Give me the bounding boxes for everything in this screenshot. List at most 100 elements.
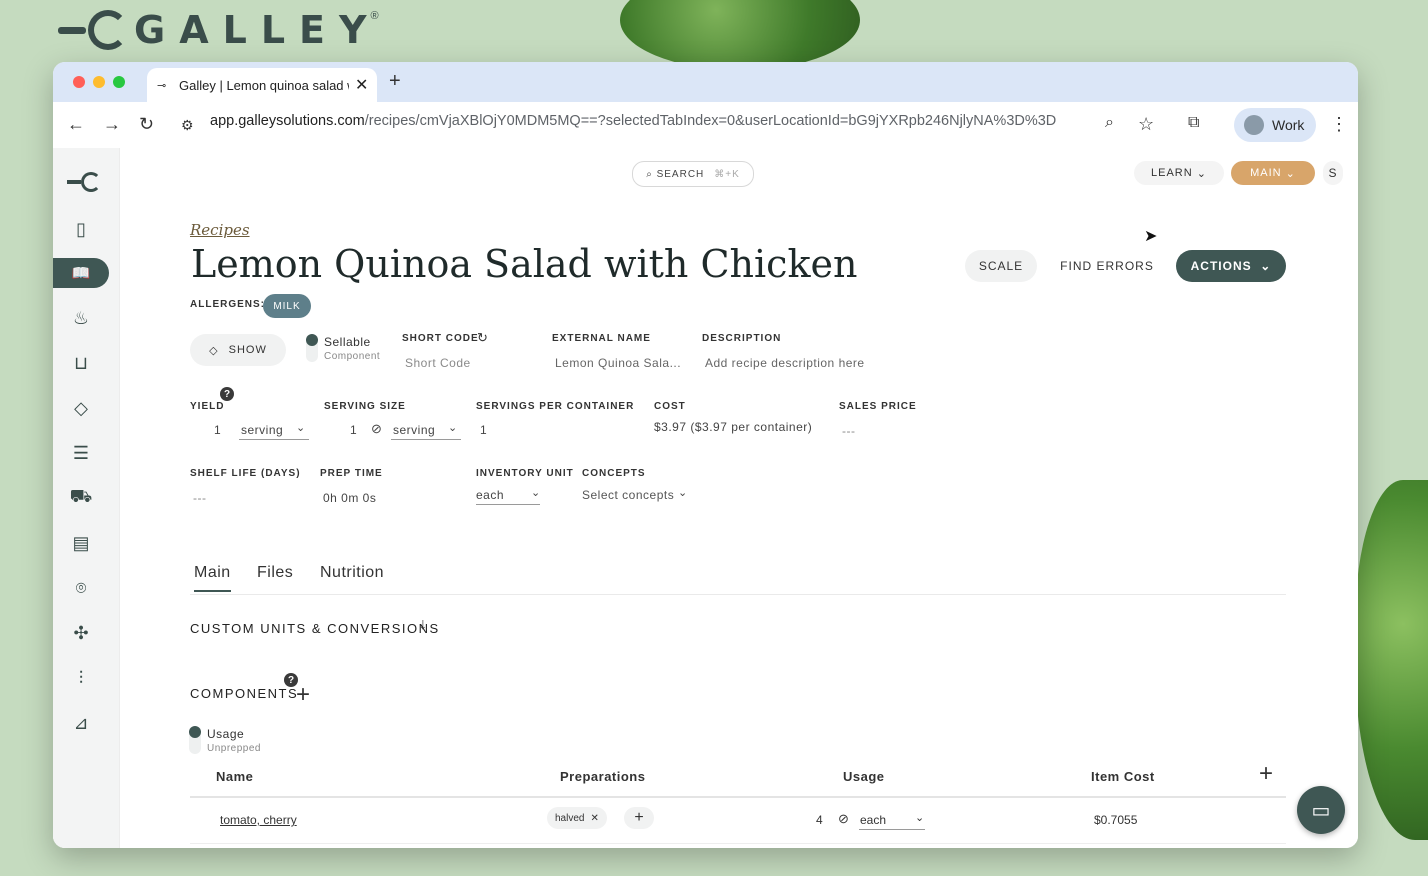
usage-qty-input[interactable]: 4: [816, 813, 823, 827]
yield-unit-select[interactable]: serving: [241, 423, 283, 437]
help-icon[interactable]: ?: [220, 387, 234, 401]
galley-g-logo-icon[interactable]: [67, 172, 101, 192]
sidebar-item-ingredients[interactable]: ♨: [53, 303, 109, 333]
component-label: Component: [324, 351, 381, 362]
tag-icon: ◇: [74, 397, 88, 418]
serving-size-qty-input[interactable]: 1: [350, 423, 357, 437]
breadcrumb[interactable]: Recipes: [190, 221, 250, 239]
chat-support-button[interactable]: ▭: [1297, 786, 1345, 834]
unlink-icon[interactable]: ⊘: [838, 811, 849, 827]
serving-size-unit-select[interactable]: serving: [393, 423, 435, 437]
search-button[interactable]: ⌕ SEARCH ⌘+K: [632, 161, 754, 187]
sidebar-item-documents[interactable]: ▤: [53, 528, 109, 558]
ingredient-icon: ♨: [72, 307, 90, 328]
find-errors-button[interactable]: FIND ERRORS: [1053, 250, 1161, 282]
actions-button[interactable]: ACTIONS ⌄: [1176, 250, 1286, 282]
profile-button[interactable]: Work: [1234, 108, 1316, 142]
preparation-chip[interactable]: halved ✕: [547, 807, 607, 829]
add-component-icon[interactable]: +: [296, 681, 310, 709]
chevron-down-icon: ⌄: [448, 422, 458, 434]
browser-tab[interactable]: ⊸ Galley | Lemon quinoa salad w ✕: [147, 68, 377, 102]
usage-toggle[interactable]: [189, 726, 201, 754]
arrow-down-icon[interactable]: ↓: [419, 616, 427, 634]
tab-nutrition[interactable]: Nutrition: [320, 564, 384, 582]
clipboard-icon: ▯: [76, 218, 86, 239]
sidebar-item-settings[interactable]: ⫶: [53, 663, 109, 693]
allergens-label: ALLERGENS:: [190, 299, 265, 310]
yield-label: YIELD: [190, 401, 225, 412]
cart-icon: ⛟: [69, 486, 93, 506]
sidebar-item-clipboard[interactable]: ▯: [53, 214, 109, 244]
learn-menu-button[interactable]: LEARN ⌄: [1134, 161, 1224, 185]
concepts-label: CONCEPTS: [582, 468, 646, 479]
prep-time-input[interactable]: 0h 0m 0s: [323, 491, 376, 505]
show-tags-button[interactable]: ◇ SHOW: [190, 334, 286, 366]
report-icon: ⊿: [73, 712, 89, 733]
usage-label: Usage: [207, 727, 245, 741]
back-icon[interactable]: ←: [67, 114, 85, 135]
shelf-life-input[interactable]: ---: [193, 491, 207, 505]
column-header-item-cost: Item Cost: [1091, 769, 1155, 784]
browser-menu-icon[interactable]: ⋮: [1330, 114, 1348, 135]
component-name-link[interactable]: tomato, cherry: [220, 813, 297, 827]
chevron-down-icon: ⌄: [531, 487, 541, 499]
reload-icon[interactable]: ↻: [139, 114, 154, 135]
minimize-window-button[interactable]: [93, 76, 105, 88]
extensions-icon[interactable]: ⧉: [1188, 114, 1199, 132]
sidebar-item-reports[interactable]: ⊿: [53, 708, 109, 738]
bookmark-star-icon[interactable]: ☆: [1138, 114, 1154, 135]
add-column-icon[interactable]: +: [1259, 760, 1273, 788]
site-settings-icon[interactable]: ⚙: [181, 117, 194, 134]
sidebar-item-tags[interactable]: ◇: [53, 393, 109, 423]
shelf-life-label: SHELF LIFE (DAYS): [190, 468, 301, 479]
column-header-name[interactable]: Name: [216, 769, 253, 784]
remove-icon[interactable]: ✕: [590, 813, 598, 824]
forward-icon[interactable]: →: [103, 114, 121, 135]
inventory-unit-select[interactable]: each: [476, 488, 504, 502]
browser-window: ⊸ Galley | Lemon quinoa salad w ✕ + ← → …: [53, 62, 1358, 848]
concepts-select[interactable]: Select concepts: [582, 488, 674, 502]
plus-icon: +: [634, 809, 644, 826]
allergen-badge[interactable]: MILK: [263, 294, 311, 318]
new-tab-icon[interactable]: +: [389, 70, 401, 93]
kale-leaf-image: [620, 0, 860, 70]
add-preparation-button[interactable]: +: [624, 807, 654, 829]
tab-main[interactable]: Main: [194, 564, 231, 592]
servings-per-container-input[interactable]: 1: [480, 423, 487, 437]
close-window-button[interactable]: [73, 76, 85, 88]
external-name-input[interactable]: Lemon Quinoa Sala...: [555, 356, 681, 370]
sidebar-item-locations[interactable]: ⌾: [53, 573, 109, 603]
sales-price-input[interactable]: ---: [842, 424, 856, 438]
yield-qty-input[interactable]: 1: [214, 423, 221, 437]
user-menu-button[interactable]: S: [1323, 161, 1343, 185]
address-bar: ← → ↻ ⚙ app.galleysolutions.com/recipes/…: [53, 102, 1358, 149]
sales-price-label: SALES PRICE: [839, 401, 917, 412]
unlink-icon[interactable]: ⊘: [371, 421, 382, 437]
menu-list-icon: ☰: [72, 442, 90, 463]
sidebar-item-purchasing[interactable]: ⛟: [53, 483, 109, 513]
sidebar-item-menus[interactable]: ☰: [53, 438, 109, 468]
description-input[interactable]: Add recipe description here: [705, 356, 865, 370]
column-header-preparations: Preparations: [560, 769, 646, 784]
short-code-input[interactable]: Short Code: [405, 356, 471, 370]
sidebar-item-recipes[interactable]: 📖: [53, 258, 109, 288]
usage-unit-select[interactable]: each: [860, 813, 886, 827]
close-tab-icon[interactable]: ✕: [355, 75, 368, 95]
maximize-window-button[interactable]: [113, 76, 125, 88]
url-field[interactable]: app.galleysolutions.com/recipes/cmVjaXBl…: [210, 113, 1056, 129]
zoom-icon[interactable]: ⌕: [1105, 114, 1114, 132]
location-pin-icon: ⌾: [75, 577, 87, 598]
custom-units-section-toggle[interactable]: CUSTOM UNITS & CONVERSIONS: [190, 621, 440, 636]
description-label: DESCRIPTION: [702, 333, 782, 344]
sidebar-item-containers[interactable]: ⊔: [53, 348, 109, 378]
sidebar-item-dining[interactable]: ✣: [53, 618, 109, 648]
scale-button[interactable]: SCALE: [965, 250, 1037, 282]
refresh-code-icon[interactable]: ↻: [477, 330, 488, 346]
location-menu-button[interactable]: MAIN ⌄: [1231, 161, 1315, 185]
sellable-toggle[interactable]: [306, 334, 318, 362]
tab-files[interactable]: Files: [257, 564, 293, 582]
prep-time-label: PREP TIME: [320, 468, 383, 479]
containers-icon: ⊔: [73, 352, 89, 373]
inventory-unit-label: INVENTORY UNIT: [476, 468, 574, 479]
serving-size-label: SERVING SIZE: [324, 401, 406, 412]
